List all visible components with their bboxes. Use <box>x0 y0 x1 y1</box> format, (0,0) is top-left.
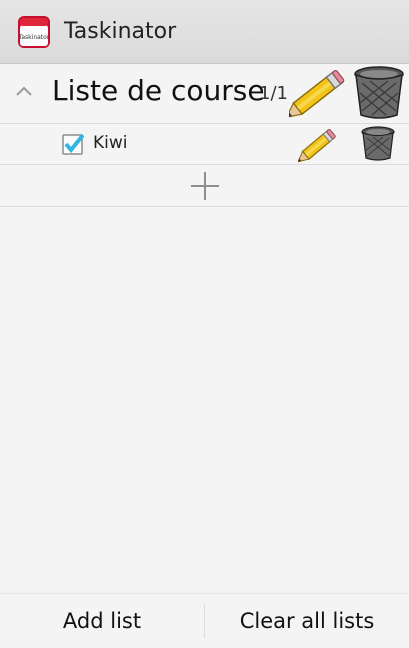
svg-text:Taskinator: Taskinator <box>18 34 50 41</box>
delete-task-trash-icon[interactable] <box>360 126 396 162</box>
delete-list-trash-icon[interactable] <box>352 65 406 121</box>
action-bar: Taskinator Taskinator <box>0 0 409 64</box>
add-task-row <box>0 165 409 207</box>
list-header: Liste de course 1/1 <box>0 64 409 124</box>
list-title: Liste de course <box>52 74 265 107</box>
app-logo-icon: Taskinator <box>18 15 50 48</box>
app-icon[interactable]: Taskinator <box>16 14 52 50</box>
clear-all-lists-button[interactable]: Clear all lists <box>205 594 409 648</box>
edit-task-pencil-icon[interactable] <box>298 127 338 163</box>
bottom-bar: Add list Clear all lists <box>0 593 409 648</box>
app-title: Taskinator <box>64 19 177 44</box>
task-checkbox[interactable] <box>62 133 84 155</box>
plus-icon[interactable] <box>188 169 222 203</box>
task-row: Kiwi <box>0 124 409 165</box>
list-task-count: 1/1 <box>259 83 288 104</box>
chevron-up-icon[interactable] <box>14 84 34 98</box>
add-list-button[interactable]: Add list <box>0 594 204 648</box>
edit-list-pencil-icon[interactable] <box>289 66 347 122</box>
task-label: Kiwi <box>93 133 128 153</box>
